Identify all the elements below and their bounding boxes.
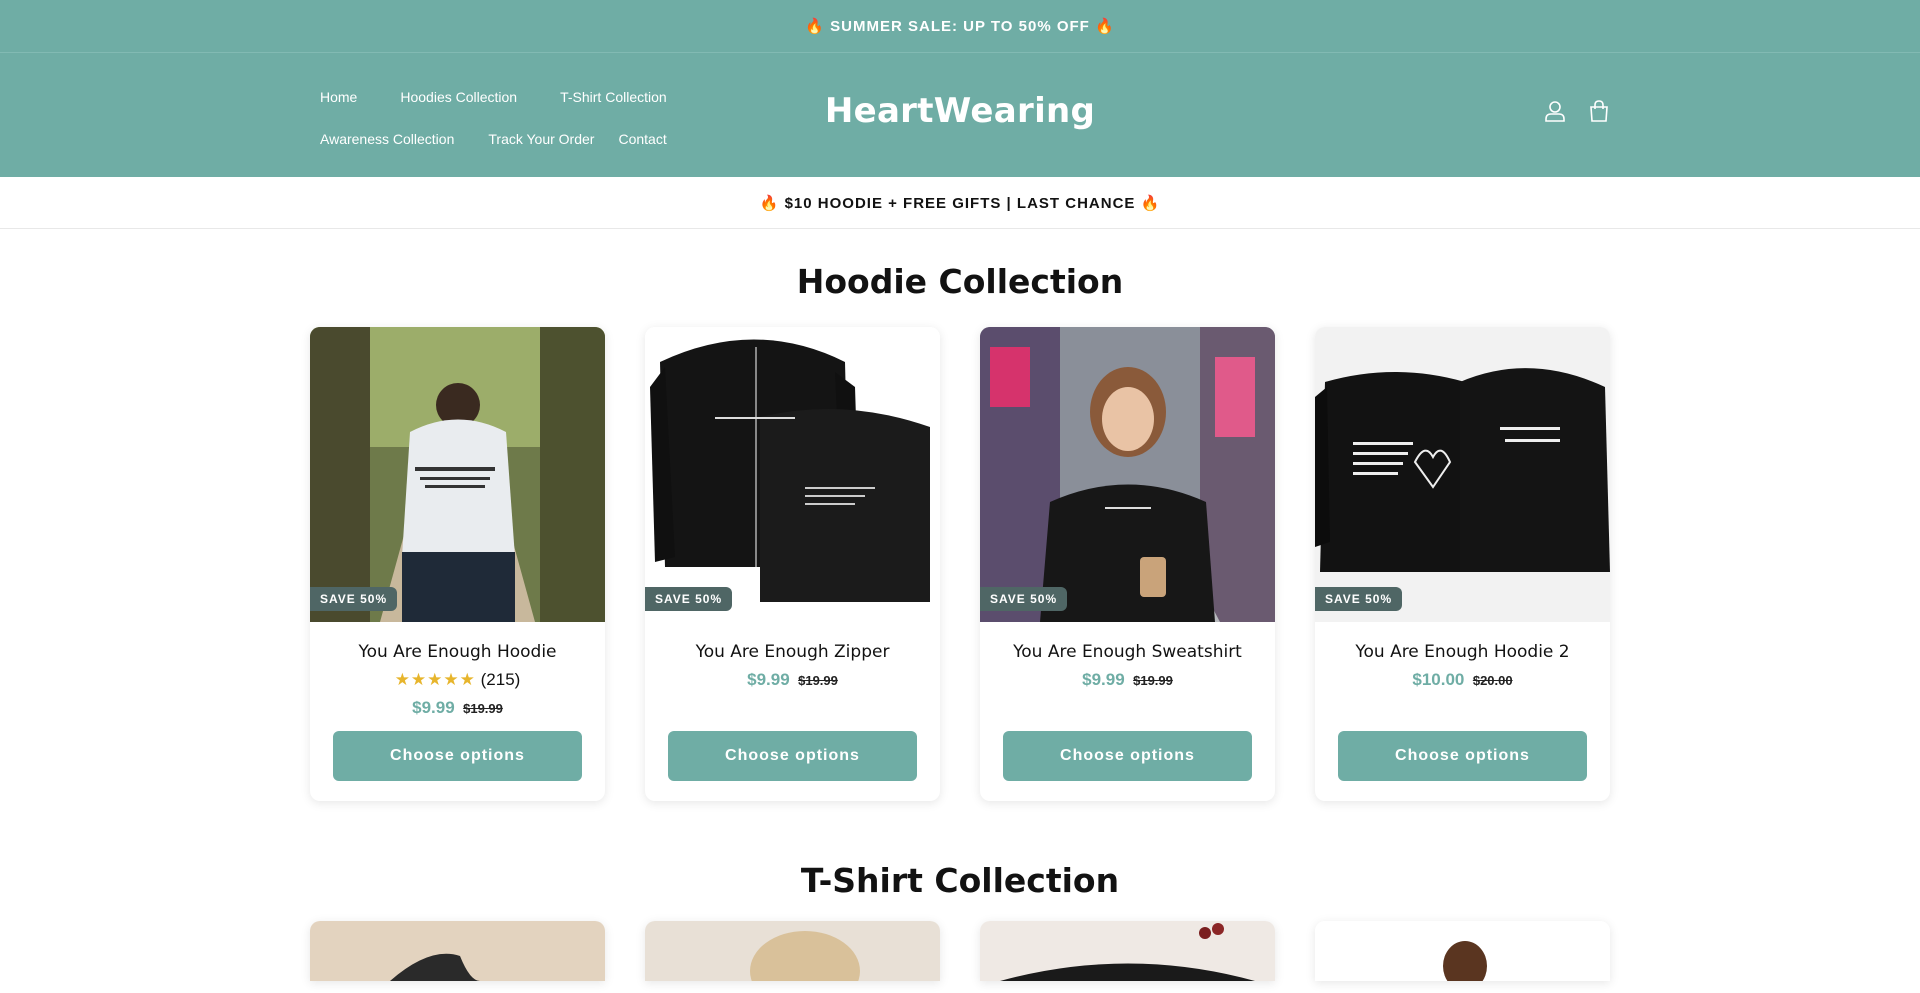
product-card[interactable] (310, 921, 605, 981)
product-card[interactable]: SAVE 50% You Are Enough Sweatshirt $9.99… (980, 327, 1275, 801)
sale-badge: SAVE 50% (980, 587, 1068, 611)
account-icon[interactable] (1544, 99, 1566, 123)
hoodie-product-grid: SAVE 50% You Are Enough Hoodie ★★★★★ (21… (310, 327, 1610, 801)
sale-price: $9.99 (412, 698, 455, 717)
compare-price: $19.99 (798, 673, 838, 688)
brand-logo[interactable]: HeartWearing (0, 91, 1920, 131)
tshirt-section-title: T-Shirt Collection (800, 861, 1120, 900)
sale-price: $9.99 (747, 670, 790, 689)
announcement-bar: 🔥 SUMMER SALE: UP TO 50% OFF 🔥 (0, 0, 1920, 53)
rating-stars-icon: ★★★★★ (394, 670, 476, 689)
product-image-tshirt-3[interactable] (980, 921, 1275, 981)
product-card[interactable] (980, 921, 1275, 981)
product-image-tshirt-4[interactable] (1315, 921, 1610, 981)
product-title[interactable]: You Are Enough Hoodie 2 (1315, 642, 1610, 662)
promo-bar: 🔥 $10 HOODIE + FREE GIFTS | LAST CHANCE … (0, 177, 1920, 229)
product-image-tshirt-1[interactable] (310, 921, 605, 981)
choose-options-button[interactable]: Choose options (1003, 731, 1252, 781)
compare-price: $20.00 (1472, 673, 1513, 688)
choose-options-button[interactable]: Choose options (1338, 731, 1587, 781)
product-title[interactable]: You Are Enough Zipper (645, 642, 940, 662)
review-count: (215) (480, 670, 521, 689)
cart-icon[interactable] (1588, 99, 1610, 123)
product-price: $9.99 $19.99 (645, 670, 940, 690)
site-header: Home Hoodies Collection T-Shirt Collecti… (0, 53, 1920, 177)
nav-track-order[interactable]: Track Your Order (488, 128, 594, 150)
choose-options-button[interactable]: Choose options (333, 731, 582, 781)
tshirt-product-grid (310, 921, 1610, 981)
product-price: $10.00 $20.00 (1315, 670, 1610, 690)
header-icons (1544, 99, 1610, 123)
compare-price: $19.99 (463, 701, 503, 716)
nav-awareness-collection[interactable]: Awareness Collection (320, 128, 454, 150)
sale-price: $10.00 (1412, 670, 1465, 689)
product-card[interactable] (645, 921, 940, 981)
product-image-zipper-black[interactable]: SAVE 50% (645, 327, 940, 622)
product-image-hoodie-pair[interactable]: SAVE 50% (1315, 327, 1610, 622)
product-image-hoodie-white-back[interactable]: SAVE 50% (310, 327, 605, 622)
announcement-text: 🔥 SUMMER SALE: UP TO 50% OFF 🔥 (805, 18, 1115, 35)
product-card[interactable]: SAVE 50% You Are Enough Hoodie 2 $10.00 … (1315, 327, 1610, 801)
sale-badge: SAVE 50% (310, 587, 398, 611)
sale-badge: SAVE 50% (645, 587, 733, 611)
product-price: $9.99 $19.99 (310, 698, 605, 718)
nav-contact[interactable]: Contact (618, 128, 666, 150)
sale-price: $9.99 (1082, 670, 1125, 689)
product-card[interactable]: SAVE 50% You Are Enough Hoodie ★★★★★ (21… (310, 327, 605, 801)
product-title[interactable]: You Are Enough Hoodie (310, 642, 605, 662)
choose-options-button[interactable]: Choose options (668, 731, 917, 781)
compare-price: $19.99 (1133, 673, 1173, 688)
promo-text: 🔥 $10 HOODIE + FREE GIFTS | LAST CHANCE … (759, 194, 1161, 212)
product-title[interactable]: You Are Enough Sweatshirt (980, 642, 1275, 662)
hoodie-section-title: Hoodie Collection (796, 262, 1124, 301)
product-price: $9.99 $19.99 (980, 670, 1275, 690)
product-image-sweatshirt-model[interactable]: SAVE 50% (980, 327, 1275, 622)
product-image-tshirt-2[interactable] (645, 921, 940, 981)
product-card[interactable] (1315, 921, 1610, 981)
product-rating: ★★★★★ (215) (310, 670, 605, 690)
product-card[interactable]: SAVE 50% You Are Enough Zipper $9.99 $19… (645, 327, 940, 801)
sale-badge: SAVE 50% (1315, 587, 1403, 611)
